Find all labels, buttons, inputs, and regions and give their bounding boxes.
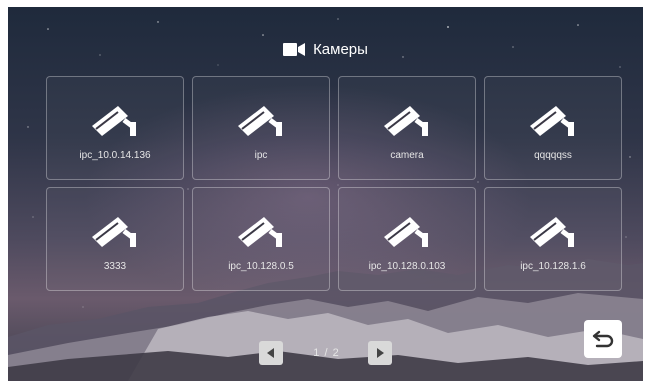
camera-label: 3333 bbox=[103, 260, 127, 272]
cctv-camera-icon bbox=[92, 216, 136, 247]
camera-tile[interactable]: ipc bbox=[192, 76, 330, 180]
camera-tile[interactable]: camera bbox=[338, 76, 476, 180]
camera-label: ipc_10.0.14.136 bbox=[79, 149, 151, 161]
cctv-camera-icon bbox=[384, 216, 428, 247]
cctv-camera-icon bbox=[238, 105, 282, 136]
cctv-camera-icon bbox=[384, 105, 428, 136]
back-button[interactable] bbox=[584, 320, 622, 358]
screen: Камеры ipc_10.0.14.136 ipc camera qqqqqss 33… bbox=[8, 7, 643, 381]
camera-label: ipc_10.128.1.6 bbox=[520, 260, 586, 272]
camera-tile[interactable]: qqqqqss bbox=[484, 76, 622, 180]
next-page-button[interactable] bbox=[367, 341, 392, 365]
camera-tile[interactable]: ipc_10.128.0.5 bbox=[192, 187, 330, 291]
camera-label: camera bbox=[390, 149, 424, 161]
camera-tile[interactable]: ipc_10.128.1.6 bbox=[484, 187, 622, 291]
cctv-camera-icon bbox=[530, 105, 574, 136]
camera-tile[interactable]: ipc_10.128.0.103 bbox=[338, 187, 476, 291]
page-title: Камеры bbox=[313, 40, 368, 58]
return-arrow-icon bbox=[592, 330, 614, 348]
page-indicator: 1 / 2 bbox=[313, 347, 340, 359]
cctv-camera-icon bbox=[238, 216, 282, 247]
camera-grid: ipc_10.0.14.136 ipc camera qqqqqss 3333 ipc_1… bbox=[46, 76, 622, 291]
page-header: Камеры bbox=[8, 37, 643, 61]
cctv-camera-icon bbox=[92, 105, 136, 136]
camera-label: ipc bbox=[254, 149, 268, 161]
cctv-camera-icon bbox=[530, 216, 574, 247]
triangle-right-icon bbox=[376, 348, 384, 358]
video-camera-icon bbox=[283, 42, 306, 56]
camera-tile[interactable]: 3333 bbox=[46, 187, 184, 291]
triangle-left-icon bbox=[267, 348, 275, 358]
pagination: 1 / 2 bbox=[8, 340, 643, 366]
prev-page-button[interactable] bbox=[259, 341, 284, 365]
camera-label: ipc_10.128.0.5 bbox=[228, 260, 294, 272]
camera-label: qqqqqss bbox=[534, 149, 572, 161]
camera-label: ipc_10.128.0.103 bbox=[368, 260, 446, 272]
camera-tile[interactable]: ipc_10.0.14.136 bbox=[46, 76, 184, 180]
